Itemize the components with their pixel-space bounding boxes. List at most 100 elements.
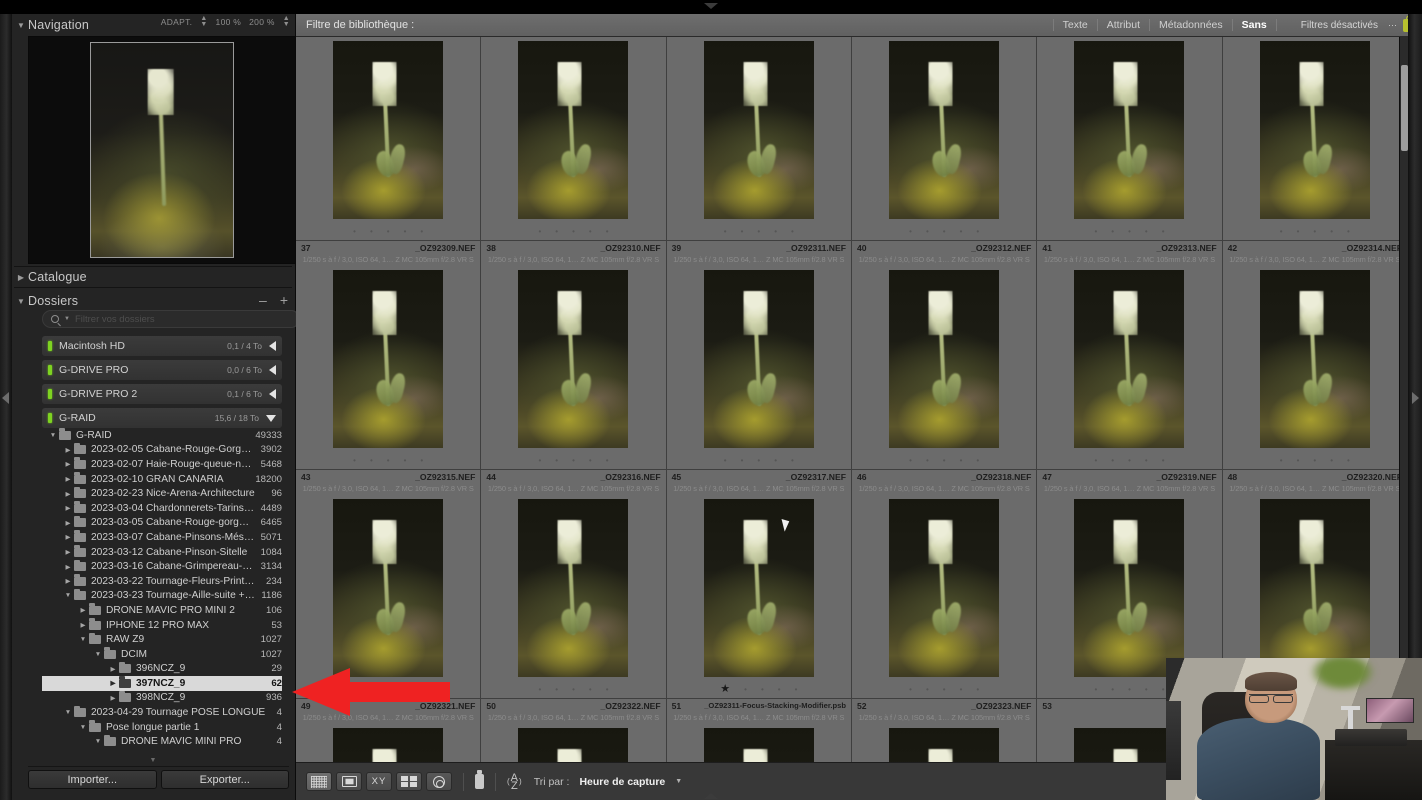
thumbnail-rating-star[interactable]: • — [353, 456, 356, 465]
thumbnail-image-wrap[interactable] — [481, 723, 666, 762]
thumbnail-rating-star[interactable]: • — [778, 685, 781, 694]
chevron-right-icon[interactable]: ▶ — [63, 460, 73, 468]
zoom-fit-stepper-icon[interactable]: ▲ ▼ — [200, 15, 207, 28]
chevron-right-icon[interactable]: ▶ — [78, 621, 88, 629]
folder-tree-item[interactable]: ▶ 2023-03-22 Tournage-Fleurs-Printemps-Ai… — [42, 574, 282, 589]
thumbnail-rating-star[interactable]: • — [353, 227, 356, 236]
chevron-down-icon[interactable]: ▼ — [48, 432, 58, 439]
thumbnail-rating-star[interactable]: • — [909, 456, 912, 465]
chevron-left-icon[interactable] — [269, 365, 276, 375]
thumbnail-image-wrap[interactable] — [851, 723, 1037, 762]
thumbnail-rating-star[interactable]: • — [1094, 685, 1097, 694]
chevron-down-icon[interactable]: ▼ — [63, 709, 73, 716]
thumbnail-rating-star[interactable]: • — [1280, 456, 1283, 465]
thumbnail-rating-star[interactable]: • — [387, 456, 390, 465]
chevron-down-icon[interactable]: ▼ — [64, 316, 70, 322]
thumbnail-rating-star[interactable]: • — [370, 227, 373, 236]
navigator-preview[interactable] — [28, 36, 296, 264]
collapse-left-panel-arrow-icon[interactable] — [2, 392, 9, 404]
chevron-down-icon[interactable]: ▼ — [675, 778, 682, 785]
chevron-right-icon[interactable]: ▶ — [78, 606, 88, 614]
left-panel-edge[interactable] — [0, 0, 12, 800]
chevron-down-icon[interactable]: ▼ — [93, 738, 103, 745]
thumbnail-rating-star[interactable]: • — [1128, 456, 1131, 465]
thumbnail-rating-star[interactable]: • — [404, 456, 407, 465]
filter-menu-icon[interactable]: ⋯ — [1388, 20, 1403, 31]
grid-scrollbar[interactable] — [1399, 37, 1408, 762]
folder-tree-item[interactable]: ▼ 2023-03-23 Tournage-Aille-suite + pêche… — [42, 588, 282, 604]
sort-az-icon[interactable]: (A Z) — [507, 772, 522, 791]
thumbnail-cell[interactable]: 38 _OZ92310.NEF 1/250 s à f / 3,0, ISO 64,… — [481, 241, 667, 470]
thumbnail-rating-star[interactable]: • — [1162, 456, 1165, 465]
thumbnail-cell[interactable]: 42 _OZ92314.NEF 1/250 s à f / 3,0, ISO 64,… — [1222, 241, 1408, 470]
thumbnail-image-wrap[interactable] — [1037, 265, 1222, 453]
thumbnail-image-wrap[interactable] — [296, 494, 481, 682]
thumbnail-cell[interactable]: 46 _OZ92318.NEF 1/250 s à f / 3,0, ISO 64,… — [851, 470, 1038, 699]
chevron-down-icon[interactable]: ▼ — [63, 592, 73, 599]
thumbnail-rating-star[interactable]: • — [1145, 456, 1148, 465]
thumbnail-image-wrap[interactable] — [666, 723, 851, 762]
chevron-right-icon[interactable]: ▶ — [63, 563, 73, 571]
thumbnail-image-wrap[interactable] — [1037, 494, 1222, 682]
thumbnail-rating-star[interactable]: • — [387, 227, 390, 236]
thumbnail-rating-star[interactable]: • — [926, 227, 929, 236]
thumbnail-grid-area[interactable]: 1/250 s à f / 3,0, ISO 64, 1… Z MC 105mm… — [296, 37, 1408, 762]
folder-tree-item[interactable]: ▶ 2023-02-07 Haie-Rouge-queue-noire 5468 — [42, 457, 282, 472]
zoom-fit-label[interactable]: ADAPT. — [161, 17, 193, 27]
thumbnail-image-wrap[interactable] — [296, 723, 481, 762]
chevron-left-icon[interactable] — [269, 389, 276, 399]
folder-search-row[interactable]: ▼ Filtrer vos dossiers — [42, 310, 300, 328]
folder-tree-item[interactable]: ▼ 2023-04-29 Tournage POSE LONGUE 4 — [42, 705, 282, 720]
thumbnail-rating-star[interactable]: • — [1280, 227, 1283, 236]
thumbnail-rating-star[interactable]: • — [1145, 685, 1148, 694]
folder-tree-item[interactable]: ▼ DCIM 1027 — [42, 647, 282, 662]
chevron-right-icon[interactable]: ▶ — [63, 446, 73, 454]
grid-scrollbar-thumb[interactable] — [1401, 65, 1408, 151]
remove-folder-button[interactable]: – — [259, 292, 267, 308]
thumbnail-rating-star[interactable]: • — [1111, 456, 1114, 465]
thumbnail-cell[interactable]: 51 _OZ92311-Focus-Stacking-Modifier.psb 1/… — [666, 699, 852, 762]
zoom-200-label[interactable]: 200 % — [249, 17, 275, 27]
thumbnail-rating-star[interactable]: • — [976, 227, 979, 236]
survey-view-button[interactable] — [396, 772, 422, 791]
chevron-right-icon[interactable]: ▶ — [63, 475, 73, 483]
filter-tab-mtadonnes[interactable]: Métadonnées — [1149, 19, 1232, 31]
chevron-right-icon[interactable]: ▶ — [63, 533, 73, 541]
expand-right-panel-arrow-icon[interactable] — [1412, 392, 1419, 404]
volume-item[interactable]: G-RAID 15,6 / 18 To — [42, 408, 282, 428]
chevron-right-icon[interactable]: ▶ — [63, 490, 73, 498]
thumbnail-rating-star[interactable]: • — [1313, 227, 1316, 236]
thumbnail-rating-star[interactable]: • — [791, 456, 794, 465]
thumbnail-rating-star[interactable]: • — [741, 456, 744, 465]
folder-tree-item[interactable]: ▶ 2023-02-23 Nice-Arena-Architecture 96 — [42, 486, 282, 501]
thumbnail-rating-star[interactable]: • — [724, 456, 727, 465]
thumbnail-rating-star[interactable]: • — [404, 227, 407, 236]
thumbnail-rating-star[interactable]: • — [1111, 227, 1114, 236]
thumbnail-rating-star[interactable]: • — [1313, 456, 1316, 465]
thumbnail-rating-star[interactable]: • — [555, 456, 558, 465]
navigation-zoom-controls[interactable]: ADAPT. ▲ ▼ 100 % 200 % ▲ ▼ — [161, 15, 290, 28]
thumbnail-rating-star[interactable]: • — [1094, 456, 1097, 465]
thumbnail-image-wrap[interactable] — [851, 265, 1037, 453]
chevron-down-icon[interactable] — [266, 414, 276, 422]
sort-value[interactable]: Heure de capture — [579, 776, 665, 788]
thumbnail-rating-star[interactable]: • — [757, 227, 760, 236]
thumbnail-rating-star[interactable]: • — [926, 685, 929, 694]
thumbnail-cell-partial[interactable]: 1/250 s à f / 3,0, ISO 64, 1… Z MC 105mm… — [666, 37, 852, 241]
thumbnail-image-wrap[interactable] — [1222, 494, 1407, 682]
thumbnail-rating-star[interactable]: • — [976, 685, 979, 694]
thumbnail-image-wrap[interactable] — [666, 265, 851, 453]
add-folder-button[interactable]: + — [280, 292, 288, 308]
thumbnail-rating-star[interactable]: • — [589, 227, 592, 236]
thumbnail-rating-star[interactable]: • — [1347, 227, 1350, 236]
thumbnail-rating-star[interactable]: • — [606, 685, 609, 694]
thumbnail-rating-star[interactable]: ★ — [720, 684, 730, 695]
thumbnail-image-wrap[interactable] — [1037, 37, 1222, 224]
thumbnail-rating-star[interactable]: • — [1162, 227, 1165, 236]
folder-tree-item[interactable]: ▼ G-RAID 49333 — [42, 428, 282, 443]
thumbnail-rating-star[interactable]: • — [1297, 456, 1300, 465]
folder-tree-item[interactable]: ▶ 2023-02-10 GRAN CANARIA 18200 — [42, 472, 282, 487]
thumbnail-rating-star[interactable]: • — [791, 227, 794, 236]
thumbnail-cell[interactable]: 41 _OZ92313.NEF 1/250 s à f / 3,0, ISO 64,… — [1037, 241, 1223, 470]
chevron-down-icon[interactable]: ▼ — [93, 651, 103, 658]
